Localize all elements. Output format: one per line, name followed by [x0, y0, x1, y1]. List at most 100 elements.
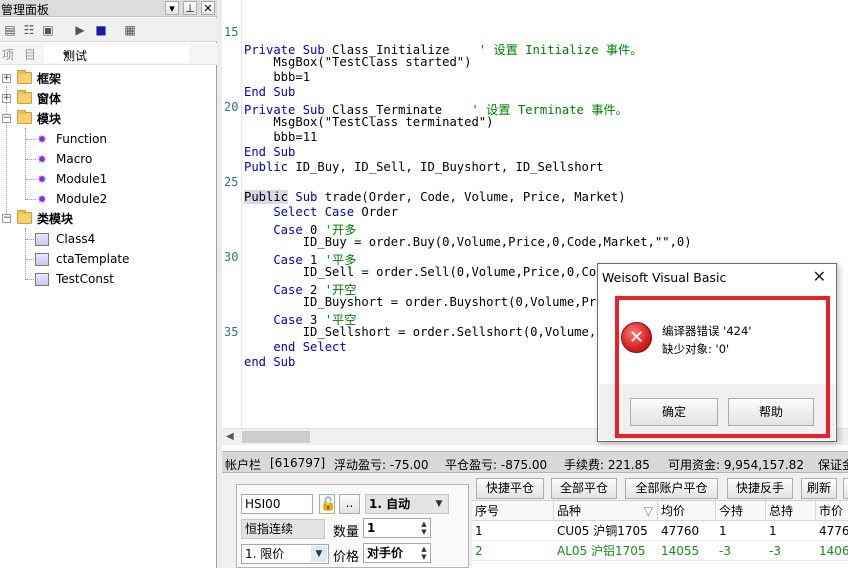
column-header[interactable]: 均价: [658, 501, 716, 521]
code-text: ID_Buy, ID_Sell, ID_Buyshort, ID_Sellsho…: [288, 160, 604, 174]
module-icon: ✸: [37, 193, 47, 206]
table-cell: 47760: [816, 521, 848, 541]
panel-toolbar: ▤ ☷ ▣ ▶ ■ ▦: [0, 18, 217, 42]
tree-item-class[interactable]: ctaTemplate: [34, 249, 204, 269]
trading-panel: HSI00 🔓 .. 1. 自动 ▼ 恒指连续 数量 1 ▲ ▼ 1. 限价 ▼ 价格 …: [222, 473, 848, 568]
column-header[interactable]: 今持: [716, 501, 766, 521]
positions-table: 序号 品种 ▽ 均价 今持 总持 市价 1 CU05 沪铜1705 47760 1…: [472, 500, 848, 568]
dropdown-icon[interactable]: ▾: [165, 1, 179, 15]
column-header[interactable]: 序号: [472, 501, 554, 521]
tree-item-module[interactable]: ✸ Module2: [34, 189, 204, 209]
collapse-icon[interactable]: −: [2, 114, 11, 123]
table-row[interactable]: 1 CU05 沪铜1705 47760 1 1 47760: [472, 521, 848, 541]
class-module-icon: [35, 253, 49, 266]
panel-title: 管理面板: [1, 3, 50, 17]
price-value: 对手价: [367, 546, 404, 560]
quantity-stepper[interactable]: 1 ▲ ▼: [363, 518, 431, 538]
scrollbar-thumb[interactable]: [242, 431, 310, 443]
project-selector-row: 项目 测试 ▼: [0, 43, 217, 65]
column-header[interactable]: 总持: [766, 501, 816, 521]
close-all-button[interactable]: 全部平仓: [551, 478, 617, 499]
fee: 手续费: 221.85: [564, 458, 650, 472]
tree-node-label: 窗体: [37, 92, 62, 106]
tree-node-class-modules[interactable]: − 类模块: [2, 209, 212, 229]
column-header-label: 品种: [557, 504, 582, 518]
error-dialog: Weisoft Visual Basic ✕ ✕ 编译器错误 '424' 缺少对…: [597, 263, 837, 442]
code-line: Public ID_Buy, ID_Sell, ID_Buyshort, ID_…: [244, 160, 604, 174]
price-stepper[interactable]: 对手价 ▲ ▼: [363, 543, 431, 563]
more-button[interactable]: [843, 478, 848, 499]
tree-item-label: TestConst: [56, 272, 114, 286]
refresh-button[interactable]: 刷新: [801, 478, 837, 499]
chevron-down-icon: ▼: [311, 546, 327, 562]
code-text: trade(Order, Code, Volume, Price, Market…: [317, 190, 626, 204]
class-module-icon: [35, 233, 49, 246]
code-input[interactable]: HSI00: [241, 494, 313, 514]
code-line: End Sub: [244, 85, 296, 99]
code-line: bbb=11: [244, 130, 318, 144]
code-browse-button[interactable]: ..: [339, 494, 360, 514]
tree-item-module[interactable]: ✸ Macro: [34, 149, 204, 169]
project-select[interactable]: 测试 ▼: [44, 45, 189, 63]
tree-node-framework[interactable]: + 框架: [2, 69, 212, 89]
tree-item-module[interactable]: ✸ Module1: [34, 169, 204, 189]
mode-select[interactable]: 1. 自动 ▼: [365, 494, 449, 514]
quick-reverse-button[interactable]: 快捷反手: [727, 478, 793, 499]
spin-arrows-icon[interactable]: ▲ ▼: [419, 520, 429, 536]
account-status-bar: 帐户栏 [616797] 浮动盈亏: -75.00 平仓盈亏: -875.00 …: [222, 451, 848, 473]
folder-icon: [17, 90, 32, 104]
unlock-icon[interactable]: 🔓: [319, 494, 336, 514]
tree-node-modules[interactable]: − 模块: [2, 109, 212, 129]
code-comment: ' 设置 Terminate 事件。: [471, 103, 628, 117]
price-type-select[interactable]: 1. 限价 ▼: [241, 544, 329, 564]
properties-icon[interactable]: ▣: [40, 22, 56, 38]
management-panel: 管理面板 ▾ ⊥ ✕ ▤ ☷ ▣ ▶ ■ ▦ 项目 测试 ▼ + 框架 + 窗体…: [0, 0, 217, 568]
code-line: End Sub: [244, 145, 296, 159]
close-icon[interactable]: ✕: [813, 267, 826, 286]
code-keyword: Select Case: [244, 205, 355, 219]
detail-view-icon[interactable]: ☷: [21, 22, 37, 38]
tree-item-label: Module2: [56, 192, 108, 206]
tree-node-forms[interactable]: + 窗体: [2, 89, 212, 109]
tree-node-label: 类模块: [37, 212, 74, 226]
column-header[interactable]: 市价: [816, 501, 848, 521]
expand-icon[interactable]: +: [2, 94, 11, 103]
code-keyword: Sub: [288, 190, 318, 204]
pin-icon[interactable]: ⊥: [183, 1, 197, 15]
expand-icon[interactable]: +: [2, 74, 11, 83]
tree-guide-line: [25, 228, 26, 280]
table-cell: 1: [472, 521, 554, 541]
close-all-accounts-button[interactable]: 全部账户平仓: [625, 478, 718, 499]
table-row[interactable]: 2 AL05 沪铝1705 14055 -3 -3 14060: [472, 541, 848, 561]
code-comment: ' 设置 Initialize 事件。: [478, 43, 643, 57]
line-number: 35: [224, 325, 239, 339]
spin-arrows-icon[interactable]: ▲ ▼: [419, 545, 429, 561]
quick-close-button[interactable]: 快捷平仓: [476, 478, 544, 499]
table-cell: 1: [766, 521, 816, 541]
line-number: 20: [224, 100, 239, 114]
stop-icon[interactable]: ■: [93, 22, 109, 38]
tree-item-class[interactable]: TestConst: [34, 269, 204, 289]
code-keyword: Public: [244, 160, 289, 174]
close-icon[interactable]: ✕: [201, 1, 215, 15]
column-header[interactable]: 品种 ▽: [554, 501, 658, 521]
code-window-icon[interactable]: ▦: [122, 22, 138, 38]
tree-node-label: 框架: [37, 72, 62, 86]
table-cell: 2: [472, 541, 554, 561]
account-label: 帐户栏: [225, 458, 262, 472]
project-label: 项目: [2, 48, 47, 62]
collapse-icon[interactable]: −: [2, 214, 11, 223]
tree-item-class[interactable]: Class4: [34, 229, 204, 249]
code-keyword-selected: Public: [244, 190, 289, 204]
list-view-icon[interactable]: ▤: [2, 22, 18, 38]
tree-item-label: Macro: [56, 152, 93, 166]
code-line: ID_Buy = order.Buy(0,Volume,Price,0,Code…: [244, 235, 692, 249]
code-line: ID_Sell = order.Sell(0,Volume,Price,0,Co…: [244, 265, 619, 279]
scroll-left-icon[interactable]: ◀: [226, 431, 234, 442]
tree-item-module[interactable]: ✸ Function: [34, 129, 204, 149]
quantity-label: 数量: [333, 525, 360, 540]
panel-title-bar: 管理面板 ▾ ⊥ ✕: [0, 0, 217, 17]
contract-name: 恒指连续: [241, 519, 325, 539]
run-icon[interactable]: ▶: [72, 22, 88, 38]
code-line: ID_Sellshort = order.Sellshort(0,Volume,…: [244, 325, 619, 339]
